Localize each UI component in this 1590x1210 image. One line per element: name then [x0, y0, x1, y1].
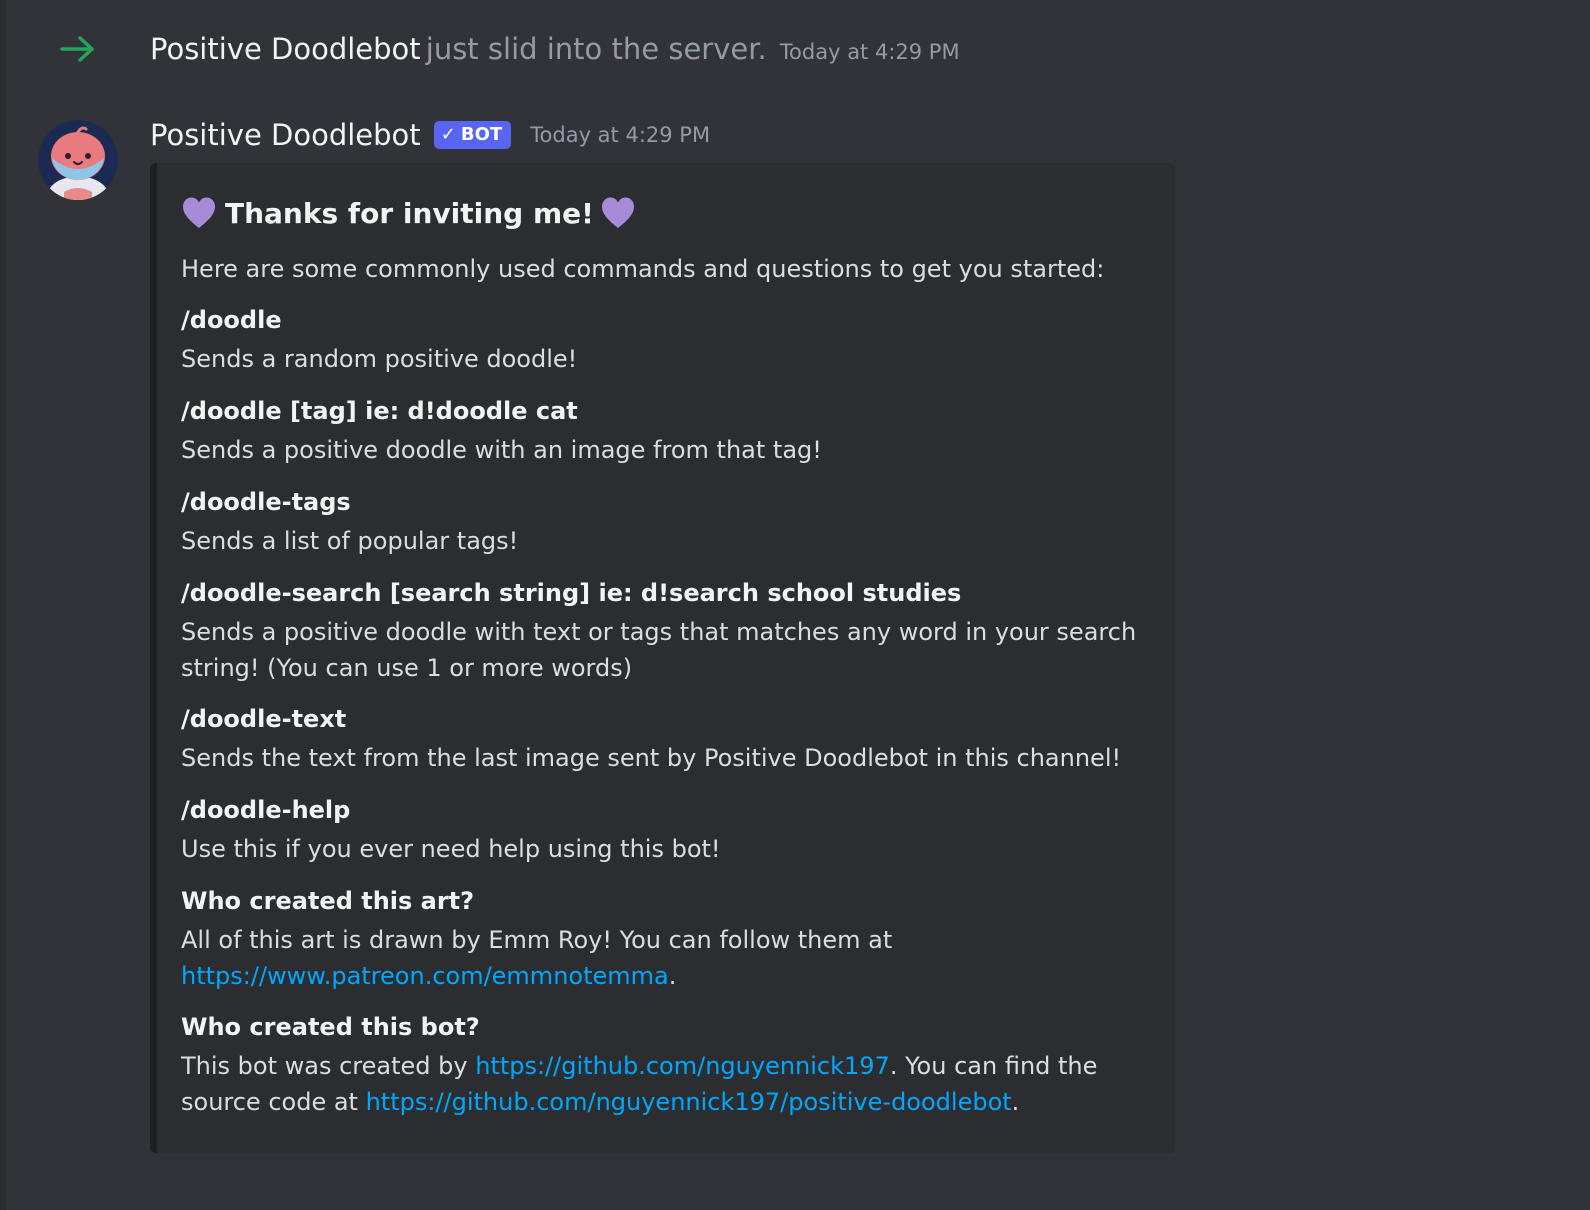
embed: Thanks for inviting me! Here are some co…	[150, 163, 1175, 1153]
embed-field: /doodle-search [search string] ie: d!sea…	[181, 576, 1141, 686]
github-repo-link[interactable]: https://github.com/nguyennick197/positiv…	[366, 1088, 1012, 1116]
github-profile-link[interactable]: https://github.com/nguyennick197	[475, 1052, 890, 1080]
field-name: Who created this art?	[181, 887, 475, 915]
field-value: All of this art is drawn by Emm Roy! You…	[181, 922, 1141, 994]
check-icon: ✓	[440, 124, 456, 145]
join-arrow-icon	[60, 36, 94, 62]
embed-field: /doodle-text Sends the text from the las…	[181, 702, 1141, 776]
field-value: Sends a list of popular tags!	[181, 527, 519, 555]
embed-description: Here are some commonly used commands and…	[181, 255, 1105, 283]
bot-tag-label: BOT	[460, 124, 503, 145]
field-value: Sends a positive doodle with an image fr…	[181, 436, 822, 464]
embed-field: /doodle Sends a random positive doodle!	[181, 303, 1141, 377]
embed-field: /doodle-help Use this if you ever need h…	[181, 793, 1141, 867]
field-name: /doodle-search [search string] ie: d!sea…	[181, 579, 962, 607]
avatar[interactable]	[38, 120, 118, 200]
embed-title-text: Thanks for inviting me!	[225, 196, 594, 230]
purple-heart-icon	[183, 197, 215, 228]
field-name: /doodle	[181, 306, 282, 334]
join-message-text: just slid into the server.	[425, 32, 767, 66]
field-value: This bot was created by https://github.c…	[181, 1048, 1141, 1120]
embed-field: /doodle-tags Sends a list of popular tag…	[181, 485, 1141, 559]
message-author[interactable]: Positive Doodlebot	[150, 118, 421, 152]
purple-heart-icon	[601, 197, 634, 228]
patreon-link[interactable]: https://www.patreon.com/emmnotemma	[181, 962, 669, 990]
field-value-text: .	[668, 962, 677, 990]
join-message: Positive Doodlebot just slid into the se…	[0, 24, 1590, 76]
field-name: /doodle-help	[181, 796, 351, 824]
embed-field-art-credit: Who created this art? All of this art is…	[181, 884, 1141, 994]
bot-tag: ✓ BOT	[433, 121, 512, 149]
field-value-text: This bot was created by	[181, 1052, 468, 1080]
field-name: /doodle-text	[181, 705, 347, 733]
field-name: /doodle [tag] ie: d!doodle cat	[181, 397, 578, 425]
field-name: /doodle-tags	[181, 488, 351, 516]
server-sidebar-edge	[0, 0, 6, 1210]
field-name: Who created this bot?	[181, 1013, 480, 1041]
message-timestamp[interactable]: Today at 4:29 PM	[530, 123, 710, 147]
join-timestamp[interactable]: Today at 4:29 PM	[780, 40, 960, 64]
embed-field: /doodle [tag] ie: d!doodle cat Sends a p…	[181, 394, 1141, 468]
embed-field-bot-credit: Who created this bot? This bot was creat…	[181, 1010, 1141, 1120]
field-value: Sends a random positive doodle!	[181, 345, 578, 373]
field-value-text: .	[1011, 1088, 1020, 1116]
field-value-text: All of this art is drawn by Emm Roy! You…	[181, 926, 893, 954]
embed-title: Thanks for inviting me!	[181, 195, 636, 231]
message-header: Positive Doodlebot ✓ BOT Today at 4:29 PM	[150, 118, 710, 152]
join-username[interactable]: Positive Doodlebot	[150, 32, 421, 66]
field-value: Use this if you ever need help using thi…	[181, 835, 721, 863]
field-value: Sends a positive doodle with text or tag…	[181, 618, 1137, 682]
field-value: Sends the text from the last image sent …	[181, 744, 1122, 772]
doodlebot-avatar-icon	[38, 120, 118, 200]
